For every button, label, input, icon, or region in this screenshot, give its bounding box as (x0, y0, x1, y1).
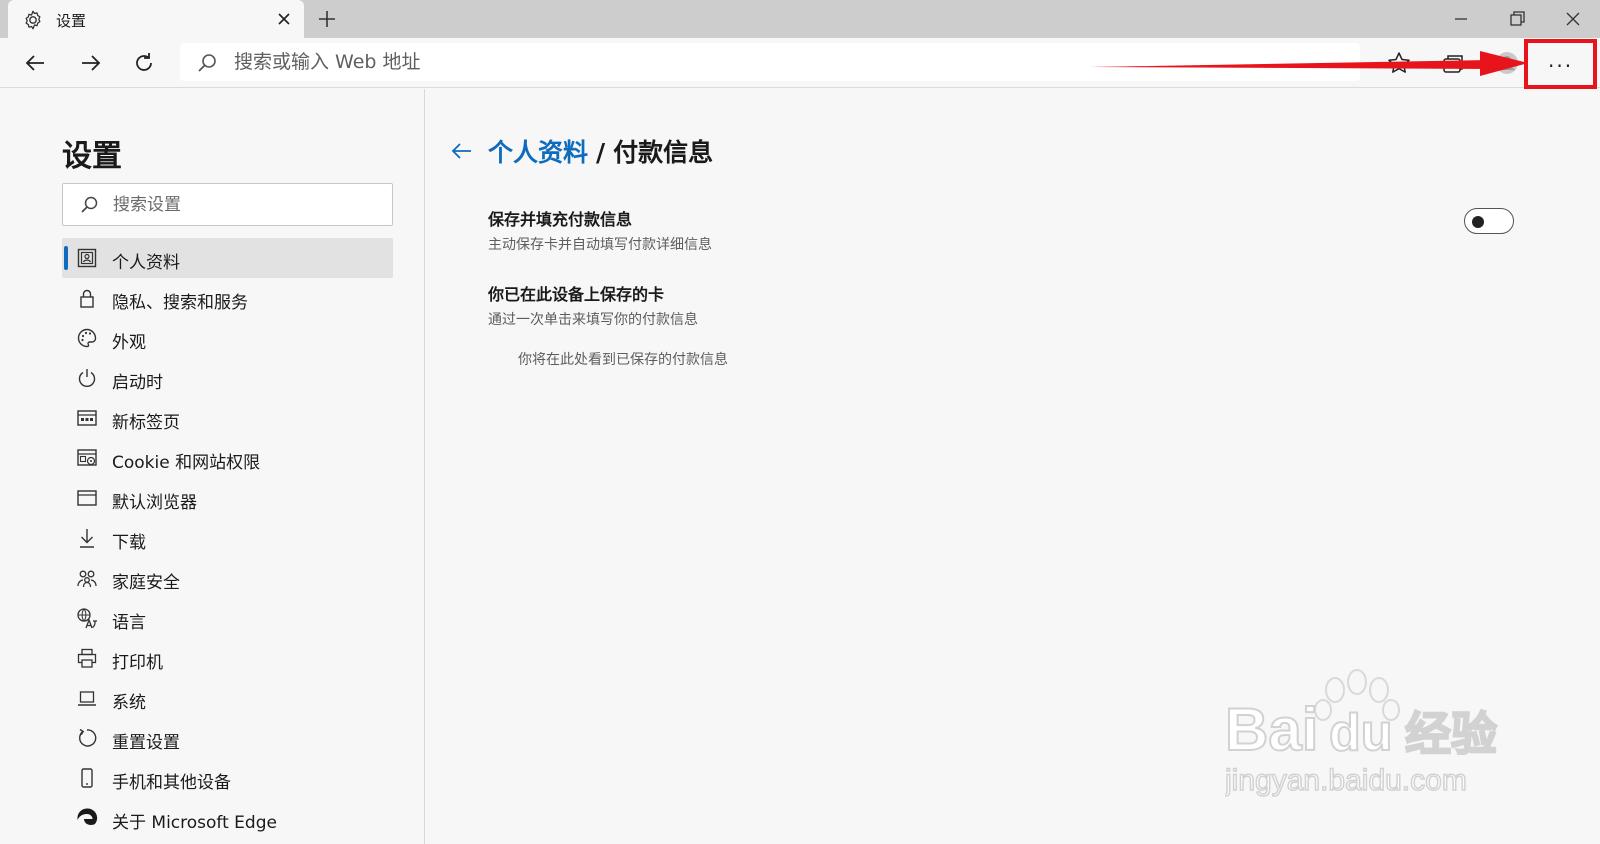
search-icon (81, 196, 98, 213)
settings-nav: 个人资料 隐私、搜索和服务 外观 启动时 新标签页 Cookie 和网站权限 默… (62, 238, 393, 838)
sidebar-item-label: 打印机 (112, 653, 163, 673)
toggle-knob (1472, 216, 1484, 228)
settings-and-more-button[interactable]: ··· (1524, 39, 1597, 89)
profile-icon (77, 248, 97, 268)
sidebar-item-privacy[interactable]: 隐私、搜索和服务 (62, 278, 393, 318)
sidebar-item-label: 家庭安全 (112, 573, 180, 593)
sidebar-item-profile[interactable]: 个人资料 (62, 238, 393, 278)
breadcrumb: 个人资料 / 付款信息 (488, 133, 713, 169)
sidebar-item-label: Cookie 和网站权限 (112, 453, 261, 473)
tab-strip: 设置 (0, 0, 1600, 38)
sidebar-item-family[interactable]: 家庭安全 (62, 558, 393, 598)
svg-text:经验: 经验 (1405, 707, 1497, 761)
sidebar-item-label: 手机和其他设备 (112, 773, 231, 793)
minimize-icon[interactable] (1450, 8, 1472, 30)
save-payment-title: 保存并填充付款信息 (488, 210, 633, 229)
sidebar-item-label: 外观 (112, 333, 146, 353)
close-tab-icon[interactable] (274, 9, 294, 29)
sidebar-item-label: 语言 (112, 613, 146, 633)
palette-icon (77, 328, 97, 348)
settings-sidebar: 设置 个人资料 隐私、搜索和服务 (0, 89, 425, 844)
watermark-url: jingyan.baidu.com (1225, 764, 1467, 797)
saved-cards-desc: 通过一次单击来填写你的付款信息 (488, 312, 698, 328)
gear-icon (25, 10, 41, 30)
sidebar-item-system[interactable]: 系统 (62, 678, 393, 718)
phone-icon (81, 768, 93, 788)
saved-cards-title: 你已在此设备上保存的卡 (488, 285, 665, 304)
annotation-arrow (1090, 51, 1528, 76)
browser-tab-settings[interactable]: 设置 (8, 0, 304, 38)
svg-text:Bai: Bai (1225, 696, 1318, 763)
settings-search-box[interactable] (62, 183, 393, 226)
site-permissions-icon (77, 449, 97, 466)
sidebar-item-reset[interactable]: 重置设置 (62, 718, 393, 758)
breadcrumb-separator: / (596, 138, 606, 167)
sidebar-item-label: 隐私、搜索和服务 (112, 293, 248, 313)
sidebar-item-label: 下载 (112, 533, 146, 553)
svg-text:du: du (1329, 704, 1393, 762)
baidu-jingyan-watermark: Bai du 经验 jingyan.baidu.com (1225, 669, 1498, 798)
sidebar-item-label: 启动时 (112, 373, 163, 393)
newtab-page-icon (77, 410, 97, 426)
sidebar-item-label: 重置设置 (112, 733, 180, 753)
printer-icon (77, 648, 97, 668)
breadcrumb-profile-link[interactable]: 个人资料 (488, 138, 588, 167)
sidebar-item-label: 个人资料 (112, 253, 180, 273)
settings-search-input[interactable] (113, 191, 383, 219)
save-payment-toggle[interactable] (1464, 208, 1514, 234)
sidebar-item-label: 默认浏览器 (112, 493, 197, 513)
sidebar-item-startup[interactable]: 启动时 (62, 358, 393, 398)
sidebar-item-downloads[interactable]: 下载 (62, 518, 393, 558)
sidebar-item-cookies[interactable]: Cookie 和网站权限 (62, 438, 393, 478)
reset-icon (79, 728, 97, 747)
browser-window-icon (77, 490, 97, 506)
sidebar-item-newtab[interactable]: 新标签页 (62, 398, 393, 438)
family-icon (77, 570, 97, 588)
sidebar-title: 设置 (62, 139, 122, 174)
laptop-icon (78, 691, 96, 706)
back-icon[interactable] (22, 49, 50, 77)
sidebar-item-languages[interactable]: 语言 (62, 598, 393, 638)
breadcrumb-current: 付款信息 (613, 138, 714, 167)
new-tab-icon[interactable] (316, 8, 338, 30)
refresh-icon[interactable] (130, 49, 158, 77)
back-arrow-icon[interactable] (450, 139, 474, 163)
save-payment-desc: 主动保存卡并自动填写付款详细信息 (488, 237, 712, 253)
tab-title: 设置 (56, 12, 87, 30)
download-icon (80, 529, 94, 548)
restore-icon[interactable] (1506, 8, 1528, 30)
edge-logo-icon (77, 808, 98, 825)
sidebar-item-about[interactable]: 关于 Microsoft Edge (62, 798, 393, 838)
sidebar-item-label: 关于 Microsoft Edge (112, 813, 277, 833)
sidebar-item-label: 新标签页 (112, 413, 180, 433)
sidebar-item-default-browser[interactable]: 默认浏览器 (62, 478, 393, 518)
saved-cards-empty-message: 你将在此处看到已保存的付款信息 (518, 352, 728, 368)
language-icon (77, 608, 97, 629)
sidebar-item-appearance[interactable]: 外观 (62, 318, 393, 358)
sidebar-item-printers[interactable]: 打印机 (62, 638, 393, 678)
power-icon (78, 369, 96, 387)
sidebar-item-devices[interactable]: 手机和其他设备 (62, 758, 393, 798)
lock-icon (80, 289, 94, 308)
forward-icon[interactable] (76, 49, 104, 77)
search-icon (198, 54, 216, 72)
close-window-icon[interactable] (1562, 8, 1584, 30)
more-dots-icon: ··· (1548, 54, 1574, 78)
sidebar-item-label: 系统 (112, 693, 146, 713)
